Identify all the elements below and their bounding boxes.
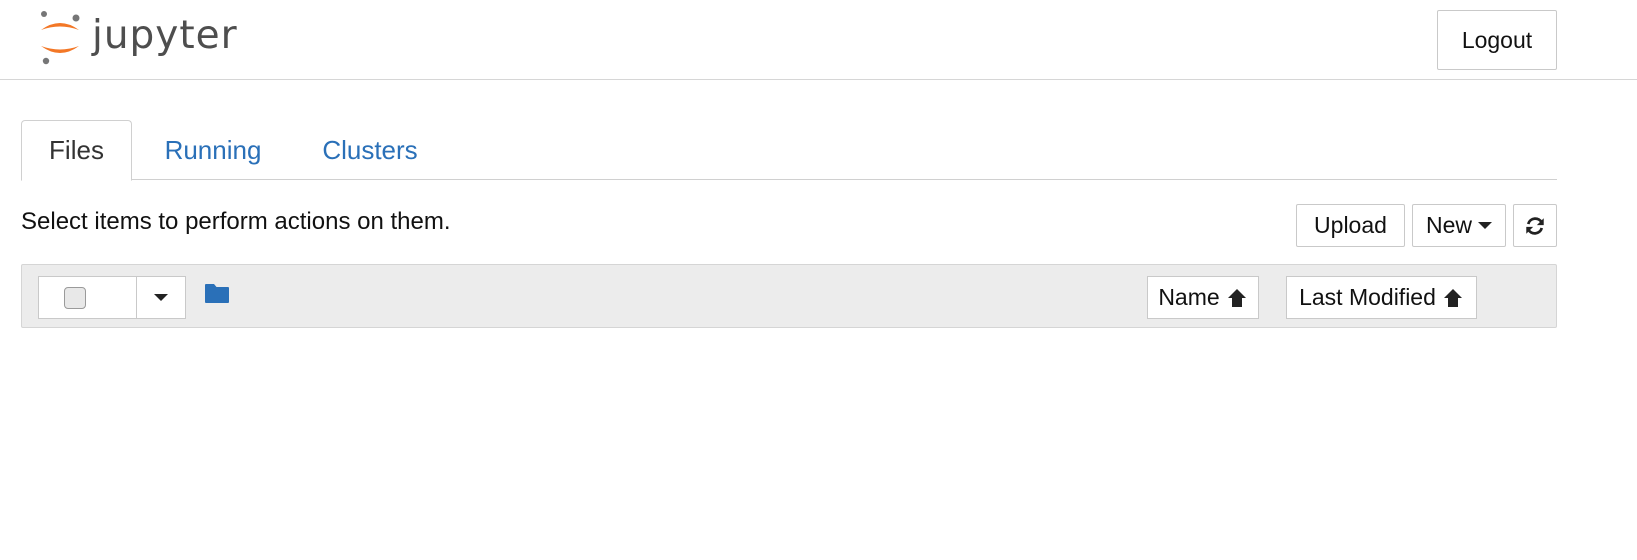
sort-by-name-button[interactable]: Name <box>1147 276 1259 319</box>
refresh-icon <box>1526 216 1544 235</box>
logout-button[interactable]: Logout <box>1437 10 1557 70</box>
folder-icon[interactable] <box>204 282 230 304</box>
sort-name-label: Name <box>1158 284 1220 310</box>
sort-modified-label: Last Modified <box>1299 284 1436 310</box>
jupyter-logo[interactable]: jupyter <box>38 10 238 66</box>
arrow-up-icon <box>1443 288 1462 307</box>
file-list-toolbar: Name Last Modified <box>21 264 1557 328</box>
sort-by-modified-button[interactable]: Last Modified <box>1286 276 1477 319</box>
instructions-text: Select items to perform actions on them. <box>21 208 451 235</box>
tab-bar: Files Running Clusters <box>21 120 1557 181</box>
arrow-up-icon <box>1227 288 1246 307</box>
upload-label: Upload <box>1314 212 1387 238</box>
selection-menu-dropdown[interactable] <box>136 276 186 319</box>
jupyter-logo-icon <box>41 11 80 65</box>
logo-text: jupyter <box>92 12 238 58</box>
upload-button[interactable]: Upload <box>1296 204 1405 247</box>
tab-clusters[interactable]: Clusters <box>303 120 437 180</box>
select-all-checkbox[interactable] <box>64 287 86 309</box>
header-bar: jupyter Logout <box>0 0 1637 80</box>
new-label: New <box>1425 212 1472 238</box>
select-all-box[interactable] <box>38 276 137 319</box>
new-button[interactable]: New <box>1412 204 1506 247</box>
chevron-down-icon <box>1478 222 1492 229</box>
chevron-down-icon <box>154 294 168 301</box>
refresh-button[interactable] <box>1513 204 1557 247</box>
tab-files[interactable]: Files <box>21 120 132 181</box>
tab-running[interactable]: Running <box>147 120 279 180</box>
